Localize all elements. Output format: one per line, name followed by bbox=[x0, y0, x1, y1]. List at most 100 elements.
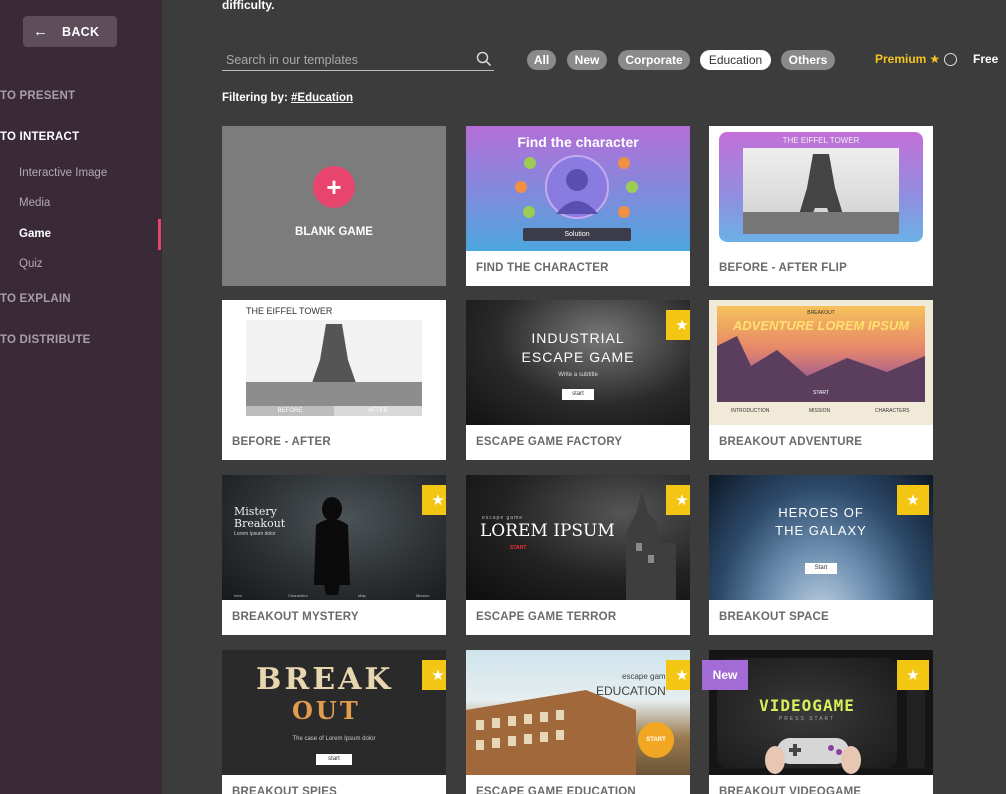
sidebar-item-interactive-image[interactable]: Interactive Image bbox=[19, 167, 107, 179]
template-card-breakout-spies[interactable]: BREAK OUT The case of Lorem Ipsum dolor … bbox=[222, 650, 446, 794]
hooded-figure-icon bbox=[314, 497, 350, 595]
card-title: BLANK GAME bbox=[295, 226, 373, 238]
search-input[interactable] bbox=[226, 52, 466, 68]
thumb-tab-3: CHARACTERS bbox=[875, 408, 910, 414]
nav-section-explain[interactable]: TO EXPLAIN bbox=[0, 293, 71, 305]
search-icon[interactable] bbox=[476, 51, 492, 67]
thumb-line2: Breakout bbox=[234, 517, 286, 530]
photo-area bbox=[743, 148, 899, 234]
template-card-breakout-mystery[interactable]: Mistery Breakout Lorem Ipsum dolor Intro… bbox=[222, 475, 446, 635]
thumb-line1: INDUSTRIAL bbox=[531, 330, 625, 346]
thumb-line1: ADVENTURE LOREM IPSUM bbox=[732, 318, 910, 333]
filtering-tag[interactable]: #Education bbox=[291, 92, 353, 104]
thumb-start-button: START bbox=[510, 545, 527, 551]
card-thumbnail: THE EIFFEL TOWER bbox=[709, 126, 933, 251]
thumb-subtitle: The case of Lorem Ipsum dolor bbox=[292, 736, 376, 742]
card-title: BEFORE - AFTER bbox=[232, 436, 331, 448]
filter-chip-corporate[interactable]: Corporate bbox=[618, 50, 690, 70]
sidebar-item-quiz[interactable]: Quiz bbox=[19, 258, 43, 270]
thumb-title: THE EIFFEL TOWER bbox=[246, 306, 333, 316]
thumb-kicker: BREAKOUT bbox=[807, 310, 835, 316]
thumb-line1: BREAK bbox=[256, 662, 394, 697]
template-card-blank-game[interactable]: + BLANK GAME bbox=[222, 126, 446, 286]
template-card-breakout-adventure[interactable]: BREAKOUT ADVENTURE LOREM IPSUM START INT… bbox=[709, 300, 933, 460]
filter-chip-all[interactable]: All bbox=[527, 50, 556, 70]
star-icon: ★ bbox=[929, 52, 941, 66]
card-thumbnail: BREAKOUT ADVENTURE LOREM IPSUM START INT… bbox=[709, 300, 933, 425]
new-badge: New bbox=[702, 660, 748, 690]
filter-chip-new[interactable]: New bbox=[567, 50, 607, 70]
filter-chip-others[interactable]: Others bbox=[781, 50, 835, 70]
template-card-before-after-flip[interactable]: THE EIFFEL TOWER BEFORE - AFTER FLIP bbox=[709, 126, 933, 286]
active-indicator bbox=[158, 219, 161, 250]
tv-side-panel bbox=[907, 678, 925, 768]
card-thumbnail: escape game LOREM IPSUM START bbox=[466, 475, 690, 600]
sidebar: ← BACK TO PRESENT TO INTERACT Interactiv… bbox=[0, 0, 162, 794]
card-title: ESCAPE GAME FACTORY bbox=[476, 436, 623, 448]
plus-icon: + bbox=[313, 166, 355, 208]
thumb-before-label: BEFORE bbox=[246, 406, 334, 416]
card-title: BREAKOUT ADVENTURE bbox=[719, 436, 863, 448]
premium-star-badge: ★ bbox=[666, 485, 690, 515]
thumb-solution-button: Solution bbox=[523, 228, 631, 241]
premium-star-badge: ★ bbox=[897, 660, 929, 690]
thumb-line1: EDUCATION bbox=[596, 684, 666, 698]
thumb-start-button: START bbox=[813, 390, 829, 396]
thumb-start-button: START bbox=[638, 722, 674, 758]
back-label: BACK bbox=[62, 24, 100, 39]
card-thumbnail: THE EIFFEL TOWER BEFORE AFTER bbox=[222, 300, 446, 425]
thumb-line1: VIDEOGAME bbox=[759, 696, 855, 715]
intro-text: difficulty. bbox=[222, 0, 275, 12]
premium-star-badge: ★ bbox=[422, 485, 446, 515]
thumb-after-label: AFTER bbox=[334, 406, 422, 416]
template-card-find-the-character[interactable]: Find the character Solution FIND THE CHA… bbox=[466, 126, 690, 286]
thumb-start-button: start bbox=[316, 754, 352, 765]
premium-radio[interactable] bbox=[944, 52, 958, 66]
filter-chip-education[interactable]: Education bbox=[700, 50, 771, 70]
premium-star-badge: ★ bbox=[666, 310, 690, 340]
thumb-tab-3: Map bbox=[358, 593, 366, 598]
thumb-line1: LOREM IPSUM bbox=[480, 521, 615, 541]
card-thumbnail: Find the character Solution bbox=[466, 126, 690, 251]
thumb-line2: OUT bbox=[292, 696, 361, 725]
thumb-tab-2: Characters bbox=[288, 593, 308, 598]
card-title: FIND THE CHARACTER bbox=[476, 262, 609, 274]
sidebar-item-media[interactable]: Media bbox=[19, 197, 50, 209]
thumb-line2: THE GALAXY bbox=[775, 523, 867, 538]
thumb-subtitle: Write a subtitle bbox=[558, 372, 598, 378]
card-title: BREAKOUT MYSTERY bbox=[232, 611, 359, 623]
gamepad-icon bbox=[765, 738, 861, 774]
thumb-tab-2: MISSION bbox=[809, 408, 831, 414]
card-thumbnail: Mistery Breakout Lorem Ipsum dolor Intro… bbox=[222, 475, 446, 600]
thumb-tab-4: Mission bbox=[416, 593, 430, 598]
premium-label: Premium bbox=[875, 52, 927, 66]
free-label[interactable]: Free bbox=[973, 52, 998, 66]
nav-section-interact[interactable]: TO INTERACT bbox=[0, 131, 79, 143]
template-card-escape-game-factory[interactable]: INDUSTRIAL ESCAPE GAME Write a subtitle … bbox=[466, 300, 690, 460]
template-card-escape-game-education[interactable]: escape game EDUCATION START ★ ESCAPE GAM… bbox=[466, 650, 690, 794]
card-title: BREAKOUT SPACE bbox=[719, 611, 829, 623]
card-thumbnail: INDUSTRIAL ESCAPE GAME Write a subtitle … bbox=[466, 300, 690, 425]
template-card-before-after[interactable]: THE EIFFEL TOWER BEFORE AFTER BEFORE - A… bbox=[222, 300, 446, 460]
thumb-title: THE EIFFEL TOWER bbox=[782, 136, 860, 145]
card-thumbnail: BREAK OUT The case of Lorem Ipsum dolor … bbox=[222, 650, 446, 775]
thumb-start-button: start bbox=[562, 389, 594, 400]
filtering-prefix: Filtering by: bbox=[222, 92, 288, 104]
template-card-breakout-space[interactable]: HEROES OF THE GALAXY Start ★ BREAKOUT SP… bbox=[709, 475, 933, 635]
premium-star-badge: ★ bbox=[422, 660, 446, 690]
back-button[interactable]: ← BACK bbox=[23, 16, 117, 47]
card-thumbnail: escape game EDUCATION START bbox=[466, 650, 690, 775]
sidebar-item-game[interactable]: Game bbox=[19, 228, 51, 240]
thumb-subtitle: Lorem Ipsum dolor bbox=[234, 531, 276, 537]
eiffel-tower-icon bbox=[743, 154, 899, 234]
premium-star-badge: ★ bbox=[897, 485, 929, 515]
filtering-by: Filtering by: #Education bbox=[222, 92, 353, 104]
search-box bbox=[222, 50, 494, 71]
thumb-tab-1: INTRODUCTION bbox=[731, 408, 770, 414]
premium-filter: Premium ★ bbox=[875, 52, 958, 66]
thumb-line2: ESCAPE GAME bbox=[521, 349, 635, 365]
nav-section-present[interactable]: TO PRESENT bbox=[0, 90, 75, 102]
arrow-left-icon: ← bbox=[33, 23, 48, 40]
template-card-escape-game-terror[interactable]: escape game LOREM IPSUM START ★ ESCAPE G… bbox=[466, 475, 690, 635]
nav-section-distribute[interactable]: TO DISTRIBUTE bbox=[0, 334, 91, 346]
